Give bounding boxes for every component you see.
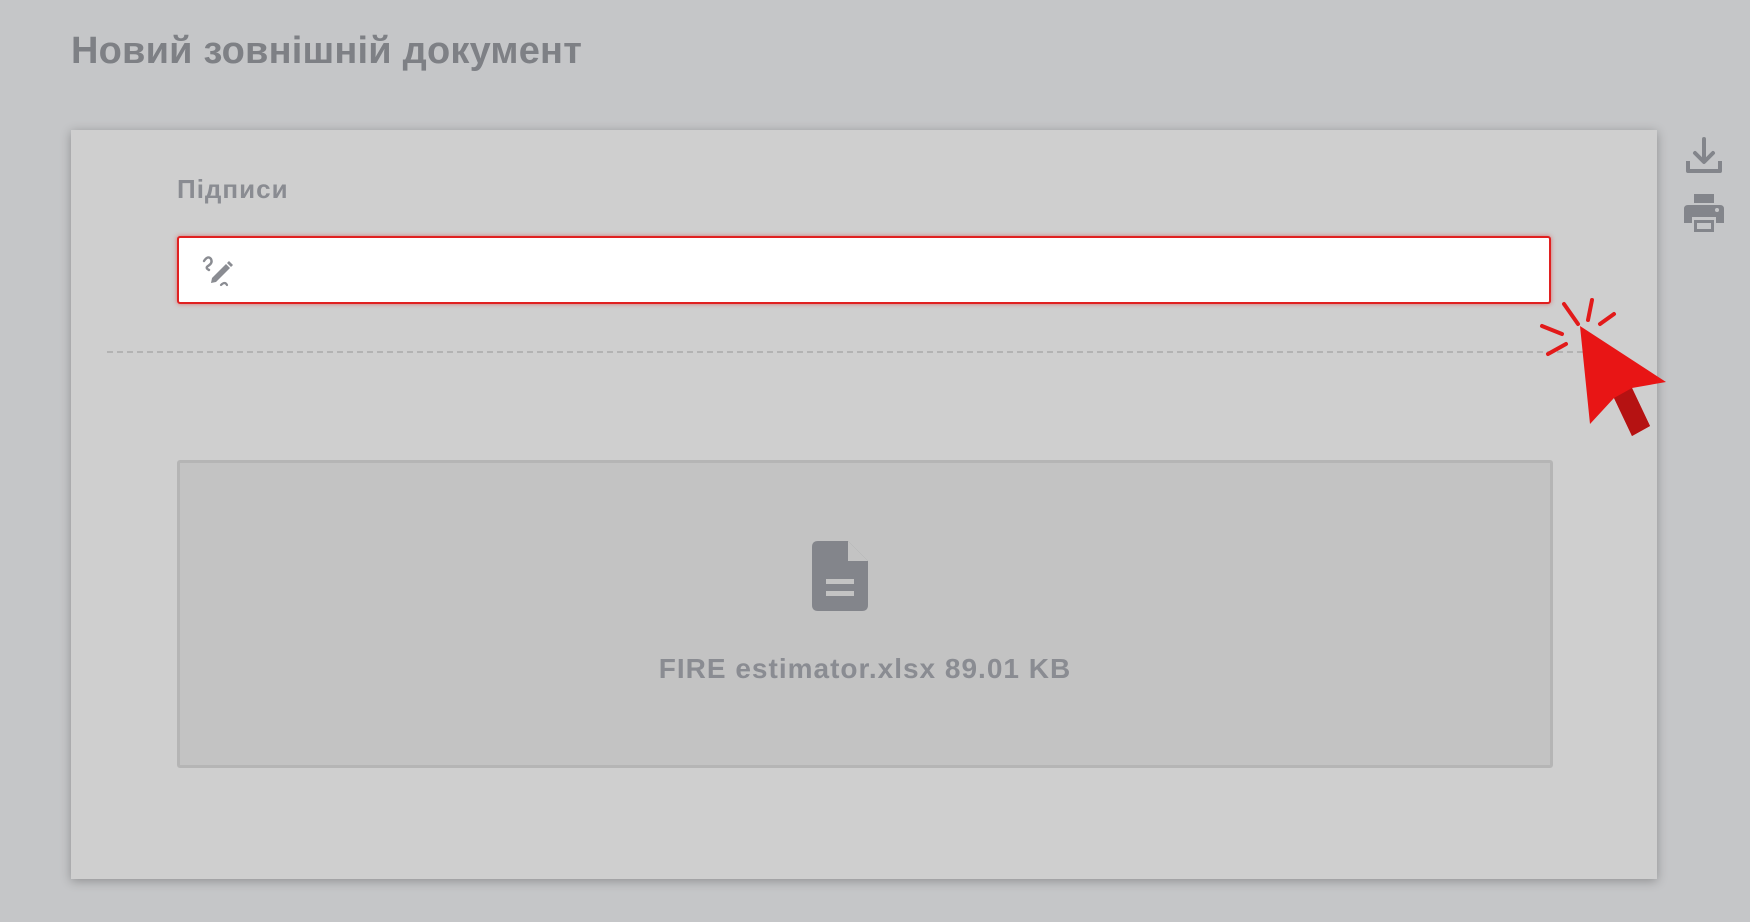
print-icon[interactable]: [1682, 191, 1726, 235]
download-icon[interactable]: [1682, 135, 1726, 179]
signature-field[interactable]: [177, 236, 1551, 304]
signatures-label: Підписи: [177, 174, 289, 204]
side-actions: [1682, 135, 1726, 247]
file-caption: FIRE estimator.xlsx 89.01 KB: [658, 653, 1072, 684]
document-card: Підписи FIRE estimator.xlsx 89.01 KB: [71, 130, 1657, 879]
section-divider: [107, 351, 1583, 353]
page-title: Новий зовнішній документ: [71, 30, 583, 72]
attachment-preview[interactable]: FIRE estimator.xlsx 89.01 KB: [177, 460, 1553, 768]
signature-icon: [199, 251, 237, 289]
file-document-icon: [810, 541, 870, 611]
